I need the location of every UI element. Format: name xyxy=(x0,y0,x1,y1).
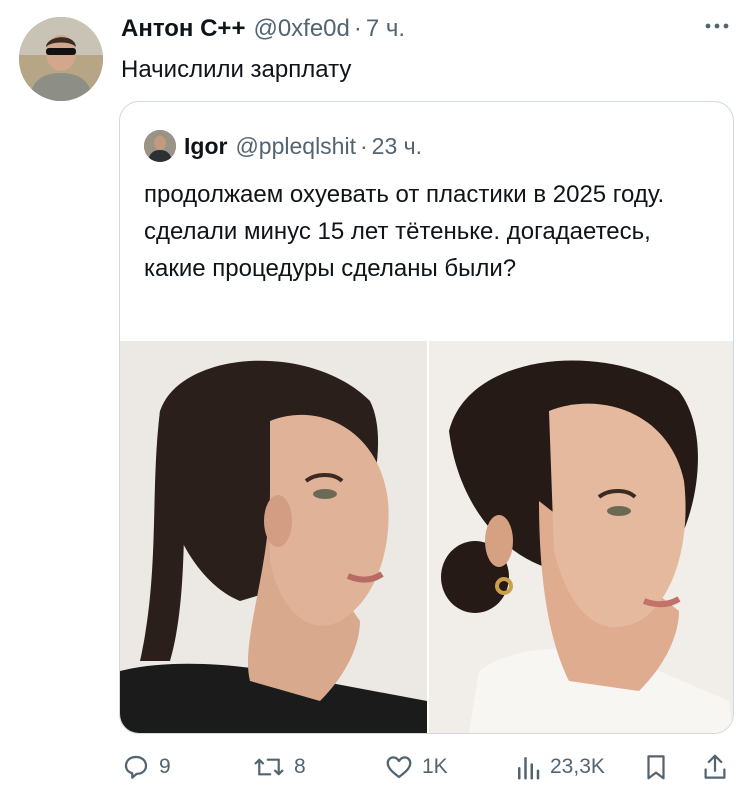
like-count: 1K xyxy=(422,755,448,778)
quote-avatar-image xyxy=(144,130,176,162)
bookmark-button[interactable] xyxy=(642,747,670,787)
quote-header: Igor @ppleqlshit · 23 ч. xyxy=(144,130,422,162)
quote-author-handle[interactable]: @ppleqlshit xyxy=(235,133,356,160)
avatar-image xyxy=(19,17,103,101)
after-photo[interactable] xyxy=(429,341,733,733)
tweet-header: Антон С++ @0xfe0d · 7 ч. xyxy=(121,14,405,44)
after-photo-image xyxy=(429,341,733,733)
bookmark-icon xyxy=(647,755,665,780)
before-photo-image xyxy=(120,341,427,733)
quoted-tweet[interactable]: Igor @ppleqlshit · 23 ч. продолжаем охуе… xyxy=(119,101,734,734)
retweet-icon xyxy=(254,758,284,776)
more-button[interactable] xyxy=(705,18,729,36)
quote-media xyxy=(120,341,733,733)
separator-dot: · xyxy=(359,132,368,159)
tweet-text: Начислили зарплату xyxy=(121,56,352,83)
reply-icon xyxy=(124,755,148,779)
author-avatar[interactable] xyxy=(19,17,103,101)
author-handle[interactable]: @0xfe0d xyxy=(253,15,349,43)
views-icon xyxy=(518,757,540,780)
quote-author-name[interactable]: Igor xyxy=(184,133,227,160)
action-bar: 9 8 1K 23,3K xyxy=(0,747,751,787)
retweet-button[interactable]: 8 xyxy=(252,747,306,787)
like-icon xyxy=(386,756,412,779)
reply-button[interactable]: 9 xyxy=(121,747,171,787)
retweet-count: 8 xyxy=(294,755,306,778)
separator-dot: · xyxy=(353,15,362,42)
like-button[interactable]: 1K xyxy=(384,747,448,787)
tweet-time[interactable]: 7 ч. xyxy=(366,15,405,43)
quote-text: продолжаем охуевать от пластики в 2025 г… xyxy=(144,181,665,282)
author-name[interactable]: Антон С++ xyxy=(121,15,245,43)
quote-time[interactable]: 23 ч. xyxy=(372,133,422,160)
quote-author-avatar[interactable] xyxy=(144,130,176,162)
before-photo[interactable] xyxy=(120,341,427,733)
share-button[interactable] xyxy=(701,747,729,787)
more-icon xyxy=(705,23,729,29)
reply-count: 9 xyxy=(159,755,171,778)
views-count: 23,3K xyxy=(550,755,605,778)
views-button[interactable]: 23,3K xyxy=(514,747,605,787)
share-icon xyxy=(704,754,726,779)
